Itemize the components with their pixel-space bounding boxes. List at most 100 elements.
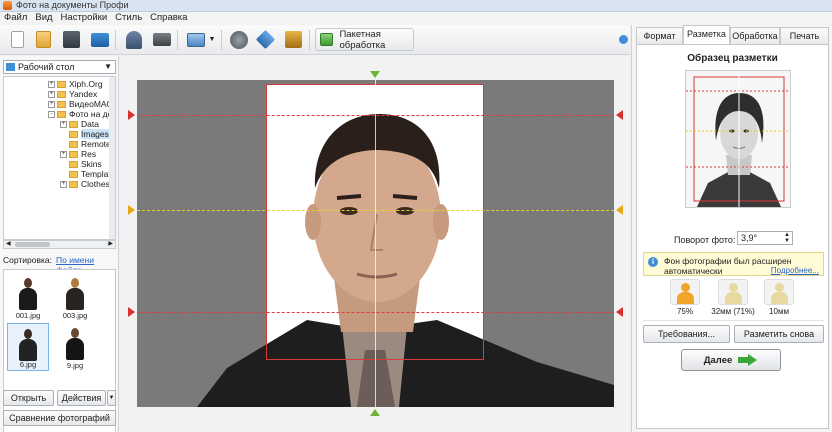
batch-processing-button[interactable]: Пакетная обработка	[315, 28, 414, 51]
screen-dropdown-button[interactable]: ▼	[207, 27, 217, 52]
compare-photos-button[interactable]: Сравнение фотографий	[3, 410, 116, 426]
scroll-left-icon[interactable]: ◀	[6, 240, 11, 247]
settings-tabs: Формат Разметка Обработка Печать	[636, 25, 829, 45]
more-details-link[interactable]: Подробнее...	[771, 266, 819, 275]
chevron-down-icon: ▼	[208, 36, 216, 43]
app-icon	[3, 1, 12, 10]
center-vertical-guide[interactable]	[375, 80, 376, 407]
chin-guide[interactable]	[137, 312, 614, 313]
next-button[interactable]: Далее	[681, 349, 781, 371]
tree-item[interactable]: Skins	[60, 159, 102, 169]
top-head-guide[interactable]	[137, 115, 614, 116]
new-document-button[interactable]	[5, 27, 30, 52]
top-margin-icon	[764, 279, 794, 305]
face-height-value: 32мм (71%)	[711, 307, 755, 316]
tree-item-label: Skins	[81, 159, 102, 169]
tree-horizontal-scrollbar[interactable]: ◀ ▶	[3, 240, 116, 249]
tree-item[interactable]: + Res	[60, 149, 96, 159]
eye-guide-handle-right[interactable]	[616, 205, 623, 215]
tab-processing[interactable]: Обработка	[730, 27, 780, 44]
center-guide-handle-bottom[interactable]	[370, 409, 380, 416]
actions-dropdown-button[interactable]: ▼	[107, 390, 116, 406]
camera-icon	[152, 33, 171, 46]
folder-icon	[69, 120, 78, 128]
tree-item[interactable]: Images	[60, 129, 109, 139]
portrait-button[interactable]	[121, 27, 146, 52]
spinner-arrows-icon[interactable]: ▲ ▼	[784, 232, 790, 244]
desktop-icon	[6, 63, 15, 71]
folder-tree[interactable]: + Xiph.Org + Yandex + ВидеоМАСТ - Фото на док + D…	[3, 76, 116, 240]
scrollbar-thumb[interactable]	[15, 242, 50, 247]
next-label: Далее	[703, 354, 733, 366]
tree-item[interactable]: + Clothes	[60, 179, 110, 189]
folder-icon	[57, 100, 66, 108]
menu-file[interactable]: Файл	[0, 12, 31, 25]
remark-again-button[interactable]: Разметить снова	[734, 325, 824, 343]
tree-expander-icon[interactable]: +	[48, 90, 55, 98]
thumbnail-caption: 6.jpg	[19, 360, 37, 369]
scroll-right-icon[interactable]: ▶	[108, 240, 113, 247]
tree-item[interactable]: + Data	[60, 119, 99, 129]
tree-expander-icon[interactable]: +	[60, 180, 67, 188]
tree-item[interactable]: + Yandex	[48, 89, 97, 99]
actions-button[interactable]: Действия	[57, 390, 106, 406]
thumbnail-9[interactable]: 9.jpg	[54, 323, 96, 371]
info-icon[interactable]	[619, 35, 628, 44]
tree-expander-icon[interactable]: +	[48, 80, 55, 88]
camera-button[interactable]	[149, 27, 174, 52]
tab-format[interactable]: Формат	[636, 27, 683, 44]
tree-expander-icon[interactable]: -	[48, 110, 55, 118]
top-guide-handle-left[interactable]	[128, 110, 135, 120]
tab-print[interactable]: Печать	[780, 27, 829, 44]
head-size-icon	[670, 279, 700, 305]
screen-button[interactable]	[183, 27, 208, 52]
tree-expander-icon[interactable]: +	[60, 150, 67, 158]
thumbnail-001[interactable]: 001.jpg	[7, 273, 49, 321]
rotation-stepper[interactable]: 3,9° ▲ ▼	[737, 231, 793, 245]
sample-title: Образец разметки	[687, 53, 778, 64]
face-height-icon	[718, 279, 748, 305]
menu-view[interactable]: Вид	[31, 12, 56, 25]
requirements-button[interactable]: Требования...	[643, 325, 730, 343]
tools-button[interactable]	[281, 27, 306, 52]
tree-item-label: Res	[81, 149, 97, 159]
file-browser-panel: Рабочий стол ▼ + Xiph.Org + Yandex + ВидеоМАС…	[0, 56, 119, 432]
tree-item[interactable]: Template	[60, 169, 115, 179]
menu-style[interactable]: Стиль	[111, 12, 146, 25]
tree-expander-icon[interactable]: +	[60, 120, 67, 128]
toolbar-separator	[177, 30, 178, 50]
tab-markup[interactable]: Разметка	[683, 25, 730, 45]
woman-photo	[16, 276, 40, 310]
folder-select[interactable]: Рабочий стол ▼	[3, 60, 116, 74]
tree-vertical-scrollbar[interactable]	[109, 77, 115, 239]
save-button[interactable]	[59, 27, 84, 52]
menu-help[interactable]: Справка	[146, 12, 191, 25]
thumbnail-003[interactable]: 003.jpg	[54, 273, 96, 321]
eye-line-guide[interactable]	[137, 210, 614, 211]
export-button[interactable]	[253, 27, 278, 52]
sample-portrait	[686, 71, 790, 207]
chin-guide-handle-right[interactable]	[616, 307, 623, 317]
print-button[interactable]	[87, 27, 112, 52]
open-button[interactable]: Открыть	[3, 390, 54, 406]
top-margin-indicator: 10мм	[759, 277, 799, 316]
rotation-label: Поворот фото:	[674, 235, 736, 245]
top-guide-handle-right[interactable]	[616, 110, 623, 120]
chin-guide-handle-left[interactable]	[128, 307, 135, 317]
center-guide-handle-top[interactable]	[370, 71, 380, 78]
film-button[interactable]	[226, 27, 251, 52]
eye-guide-handle-left[interactable]	[128, 205, 135, 215]
tree-item-label: Images	[81, 129, 109, 139]
tree-expander-icon[interactable]: +	[48, 100, 55, 108]
open-folder-icon	[36, 31, 51, 48]
tree-item[interactable]: + ВидеоМАСТ	[48, 99, 115, 109]
man-photo	[63, 326, 87, 360]
tree-item[interactable]: Remote	[60, 139, 111, 149]
top-margin-value: 10мм	[769, 307, 789, 316]
tree-item[interactable]: + Xiph.Org	[48, 79, 103, 89]
menu-settings[interactable]: Настройки	[57, 12, 112, 25]
person-icon	[125, 30, 142, 49]
thumbnail-6[interactable]: 6.jpg	[7, 323, 49, 371]
tree-item[interactable]: - Фото на док	[48, 109, 115, 119]
open-button[interactable]	[31, 27, 56, 52]
